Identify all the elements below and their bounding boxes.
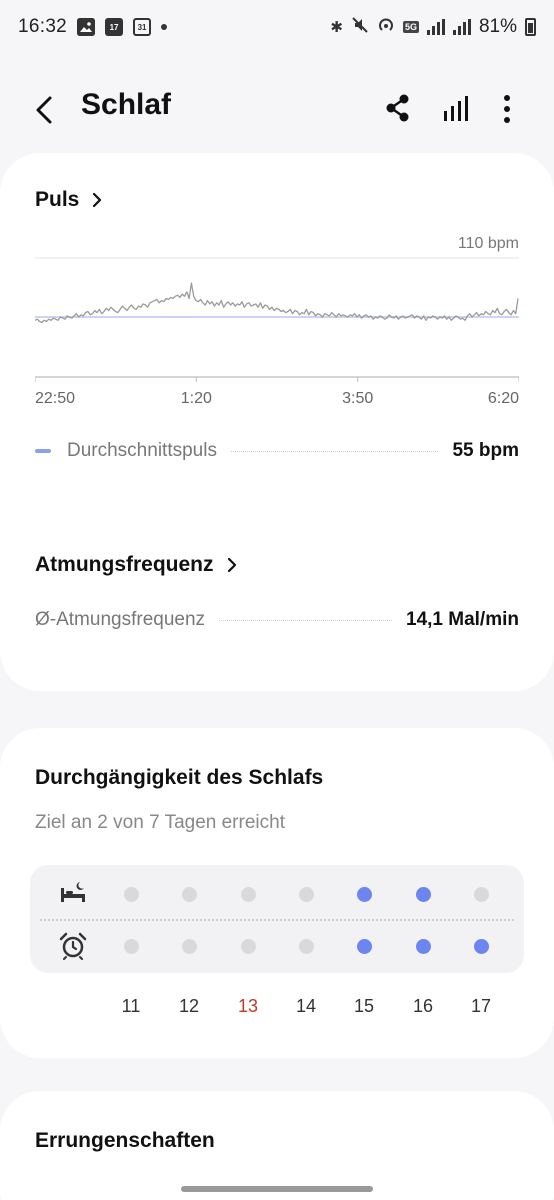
calendar-31-icon: 31 <box>133 18 152 36</box>
sleep-consistency-card: Durchgängigkeit des Schlafs Ziel an 2 vo… <box>0 728 554 1058</box>
pulse-heading: Puls <box>35 188 80 211</box>
achievements-heading: Errungenschaften <box>35 1129 215 1152</box>
average-pulse-row: Durchschnittspuls 55 bpm <box>35 440 519 462</box>
chevron-right-icon <box>227 557 236 573</box>
pulse-header[interactable]: Puls <box>35 188 103 212</box>
wake-dot <box>415 938 431 954</box>
wake-dot <box>240 938 256 954</box>
bed-icon <box>61 882 85 902</box>
x-tick-label: 3:50 <box>342 390 374 407</box>
bedtime-dot <box>181 886 197 902</box>
day-label[interactable]: 16 <box>403 996 443 1017</box>
consistency-heading: Durchgängigkeit des Schlafs <box>35 766 324 789</box>
achievements-card[interactable]: Errungenschaften <box>0 1091 554 1200</box>
bedtime-dot <box>415 886 431 902</box>
page-title: Schlaf <box>81 88 172 121</box>
dotted-leader <box>219 619 392 621</box>
alarm-clock-icon <box>59 932 87 960</box>
day-label[interactable]: 14 <box>286 996 326 1017</box>
average-pulse-label: Durchschnittspuls <box>67 440 217 461</box>
more-options-icon[interactable] <box>497 92 517 126</box>
gallery-icon <box>77 18 96 36</box>
bedtime-dot <box>240 886 256 902</box>
average-pulse-value: 55 bpm <box>452 440 519 461</box>
wake-dot <box>123 938 139 954</box>
dot-icon <box>161 24 168 30</box>
battery-icon <box>525 18 536 36</box>
bedtime-dot <box>298 886 314 902</box>
pulse-chart <box>35 257 519 382</box>
x-tick-label: 6:20 <box>487 390 519 407</box>
breathing-rate-label: Ø-Atmungsfrequenz <box>35 609 206 630</box>
chevron-right-icon <box>93 192 102 208</box>
signal-icon <box>426 19 445 35</box>
hotspot-icon <box>377 16 395 39</box>
chart-x-axis-labels: 22:50 1:20 3:50 6:20 <box>35 390 519 410</box>
dotted-leader <box>230 450 439 452</box>
wake-dot <box>356 938 372 954</box>
breathing-rate-value: 14,1 Mal/min <box>406 609 519 630</box>
consistency-grid <box>30 865 524 973</box>
statistics-icon[interactable] <box>441 94 471 124</box>
bedtime-dot <box>473 886 489 902</box>
vitals-card: Puls 110 bpm 22:50 1:20 3:50 6:20 Durchs… <box>0 153 554 691</box>
status-bar: 16:32 17 31 ✱ 5G 81% <box>0 0 554 54</box>
breathing-header[interactable]: Atmungsfrequenz <box>35 553 238 577</box>
bedtime-dot <box>356 886 372 902</box>
grid-divider <box>40 919 514 921</box>
wake-dot <box>473 938 489 954</box>
breathing-rate-row: Ø-Atmungsfrequenz 14,1 Mal/min <box>35 609 519 631</box>
x-tick-label: 22:50 <box>35 390 76 407</box>
day-label[interactable]: 15 <box>344 996 384 1017</box>
share-icon[interactable] <box>384 92 412 124</box>
breathing-heading: Atmungsfrequenz <box>35 553 214 576</box>
bedtime-dot <box>123 886 139 902</box>
day-label[interactable]: 12 <box>169 996 209 1017</box>
calendar-day-label: 17 <box>109 23 119 32</box>
x-tick-label: 1:20 <box>180 390 212 407</box>
day-labels: 11 12 13 14 15 16 17 <box>0 996 554 1020</box>
home-indicator[interactable] <box>181 1186 373 1192</box>
calendar-17-icon: 17 <box>105 18 124 36</box>
wake-dot <box>298 938 314 954</box>
chart-y-max-label: 110 bpm <box>457 235 519 252</box>
status-time: 16:32 <box>18 16 68 37</box>
mute-icon <box>351 16 369 39</box>
bluetooth-icon: ✱ <box>330 18 343 36</box>
battery-percent: 81% <box>478 16 517 37</box>
average-legend-swatch <box>35 449 51 453</box>
calendar-day-label: 31 <box>137 23 147 32</box>
back-arrow-icon[interactable] <box>30 90 60 130</box>
signal-icon <box>452 19 471 35</box>
day-label[interactable]: 13 <box>228 996 268 1017</box>
day-label[interactable]: 17 <box>461 996 501 1017</box>
5g-badge: 5G <box>402 21 419 33</box>
day-label[interactable]: 11 <box>111 996 151 1017</box>
wake-dot <box>181 938 197 954</box>
consistency-subtitle: Ziel an 2 von 7 Tagen erreicht <box>35 812 285 833</box>
app-bar: Schlaf <box>0 70 554 148</box>
